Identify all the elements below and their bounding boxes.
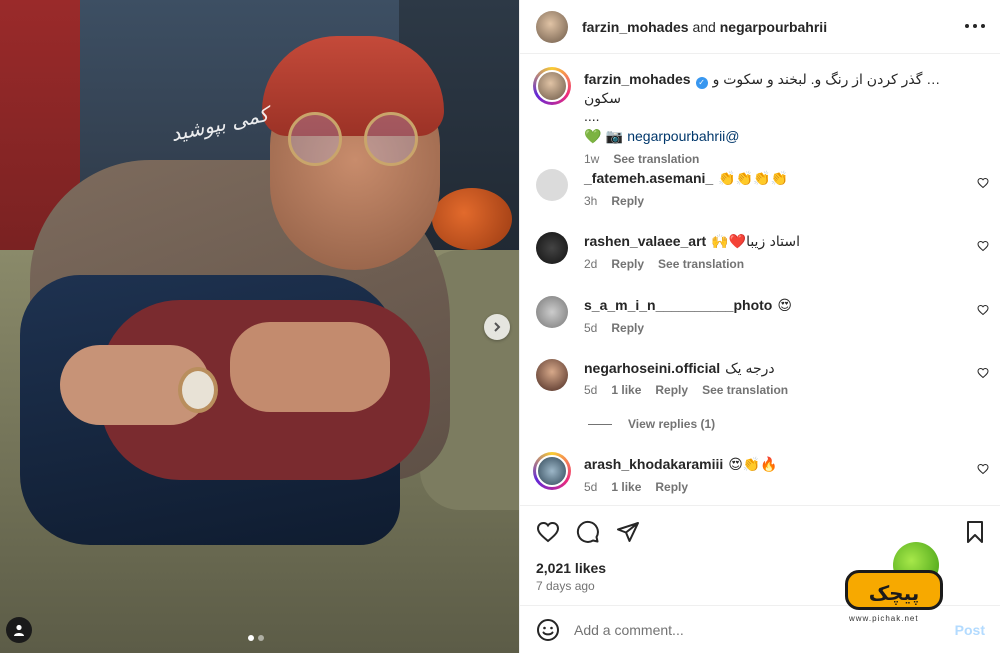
carousel-dots [248,635,264,641]
view-replies-button[interactable]: View replies (1) [588,417,715,431]
heart-icon[interactable] [977,463,989,475]
author-link[interactable]: farzin_mohades [582,19,689,35]
heart-icon[interactable] [977,367,989,379]
post-comment-button[interactable]: Post [955,622,985,638]
reply-button[interactable]: Reply [611,321,644,335]
comment-text: درجه یک [725,360,775,376]
comment-likes[interactable]: 1 like [611,383,641,397]
comment-likes[interactable]: 1 like [611,480,641,494]
carousel-next-button[interactable] [484,314,510,340]
post-header: farzin_mohades and negarpourbahrii [520,0,1000,54]
tagged-users-button[interactable] [6,617,32,643]
comment-time[interactable]: 1w [584,152,599,166]
comment-username[interactable]: rashen_valaee_art [584,233,706,249]
comment-time[interactable]: 3h [584,194,597,208]
watermark-word: پیچک [845,570,943,610]
hand-right [230,322,390,412]
caption-emojis: 💚 📷 [584,129,624,145]
view-replies-label: View replies (1) [628,417,716,431]
heart-icon[interactable] [977,304,989,316]
story-ring[interactable] [533,67,571,105]
replies-divider [588,423,612,425]
comment-text: 😍👏🔥 [728,457,778,473]
story-ring[interactable] [533,452,571,490]
comment-username[interactable]: s_a_m_i_n__________photo [584,297,772,313]
emoji-icon[interactable] [536,618,560,642]
chevron-right-icon [494,322,501,332]
send-icon[interactable] [616,520,640,544]
watermark-url: www.pichak.net [849,614,919,623]
more-options-button[interactable] [965,18,985,34]
see-translation-button[interactable]: See translation [702,383,788,397]
caption-mention[interactable]: negarpourbahrii@ [627,128,739,144]
comment-time[interactable]: 5d [584,321,597,335]
comment-time[interactable]: 5d [584,383,597,397]
avatar[interactable] [536,10,568,43]
post-media[interactable]: کمی بپوشید [0,0,519,653]
comment-time[interactable]: 5d [584,480,597,494]
caption-text-continued: .... [584,108,600,124]
likes-count[interactable]: 2,021 likes [536,560,606,576]
see-translation-button[interactable]: See translation [658,257,744,271]
more-horizontal-icon [965,24,969,28]
pumpkin-decoration [432,188,512,250]
comment-text: 👏👏👏👏 [718,171,788,187]
comment-time[interactable]: 2d [584,257,597,271]
comments-list[interactable]: farzin_mohades ✓… گذر کردن از رنگ و. لبخن… [520,55,1000,505]
glasses [288,112,418,166]
verified-check-icon: ✓ [695,77,708,89]
carousel-dot [258,635,264,641]
avatar[interactable] [536,70,568,102]
comment-username[interactable]: negarhoseini.official [584,360,720,376]
comment-text: 😍 [777,298,792,314]
carousel-dot-active [248,635,254,641]
author-separator: and [692,18,716,35]
bookmark-icon [967,521,983,543]
heart-icon[interactable] [536,520,560,544]
reply-button[interactable]: Reply [611,257,644,271]
avatar[interactable] [536,455,568,487]
avatar[interactable] [536,232,568,264]
save-button[interactable] [963,520,987,547]
reply-button[interactable]: Reply [655,480,688,494]
see-translation-button[interactable]: See translation [613,152,699,166]
avatar[interactable] [536,169,568,201]
comment-username[interactable]: _fatemeh.asemani_ [584,170,713,186]
avatar[interactable] [536,296,568,328]
comment-icon[interactable] [576,520,600,544]
heart-icon[interactable] [977,240,989,252]
site-watermark-logo: پیچک www.pichak.net [845,540,945,630]
post-date[interactable]: 7 days ago [536,579,595,593]
reply-button[interactable]: Reply [655,383,688,397]
caption-username[interactable]: farzin_mohades [584,71,691,87]
wrist-watch [178,367,218,413]
coauthor-link[interactable]: negarpourbahrii [720,19,827,35]
comment-text: استاد زیبا❤️🙌 [711,234,801,250]
heart-icon[interactable] [977,177,989,189]
reply-button[interactable]: Reply [611,194,644,208]
post-authors: farzin_mohades and negarpourbahrii [582,19,827,35]
comment-username[interactable]: arash_khodakaramiii [584,456,723,472]
person-tag-icon [14,624,24,636]
avatar[interactable] [536,359,568,391]
